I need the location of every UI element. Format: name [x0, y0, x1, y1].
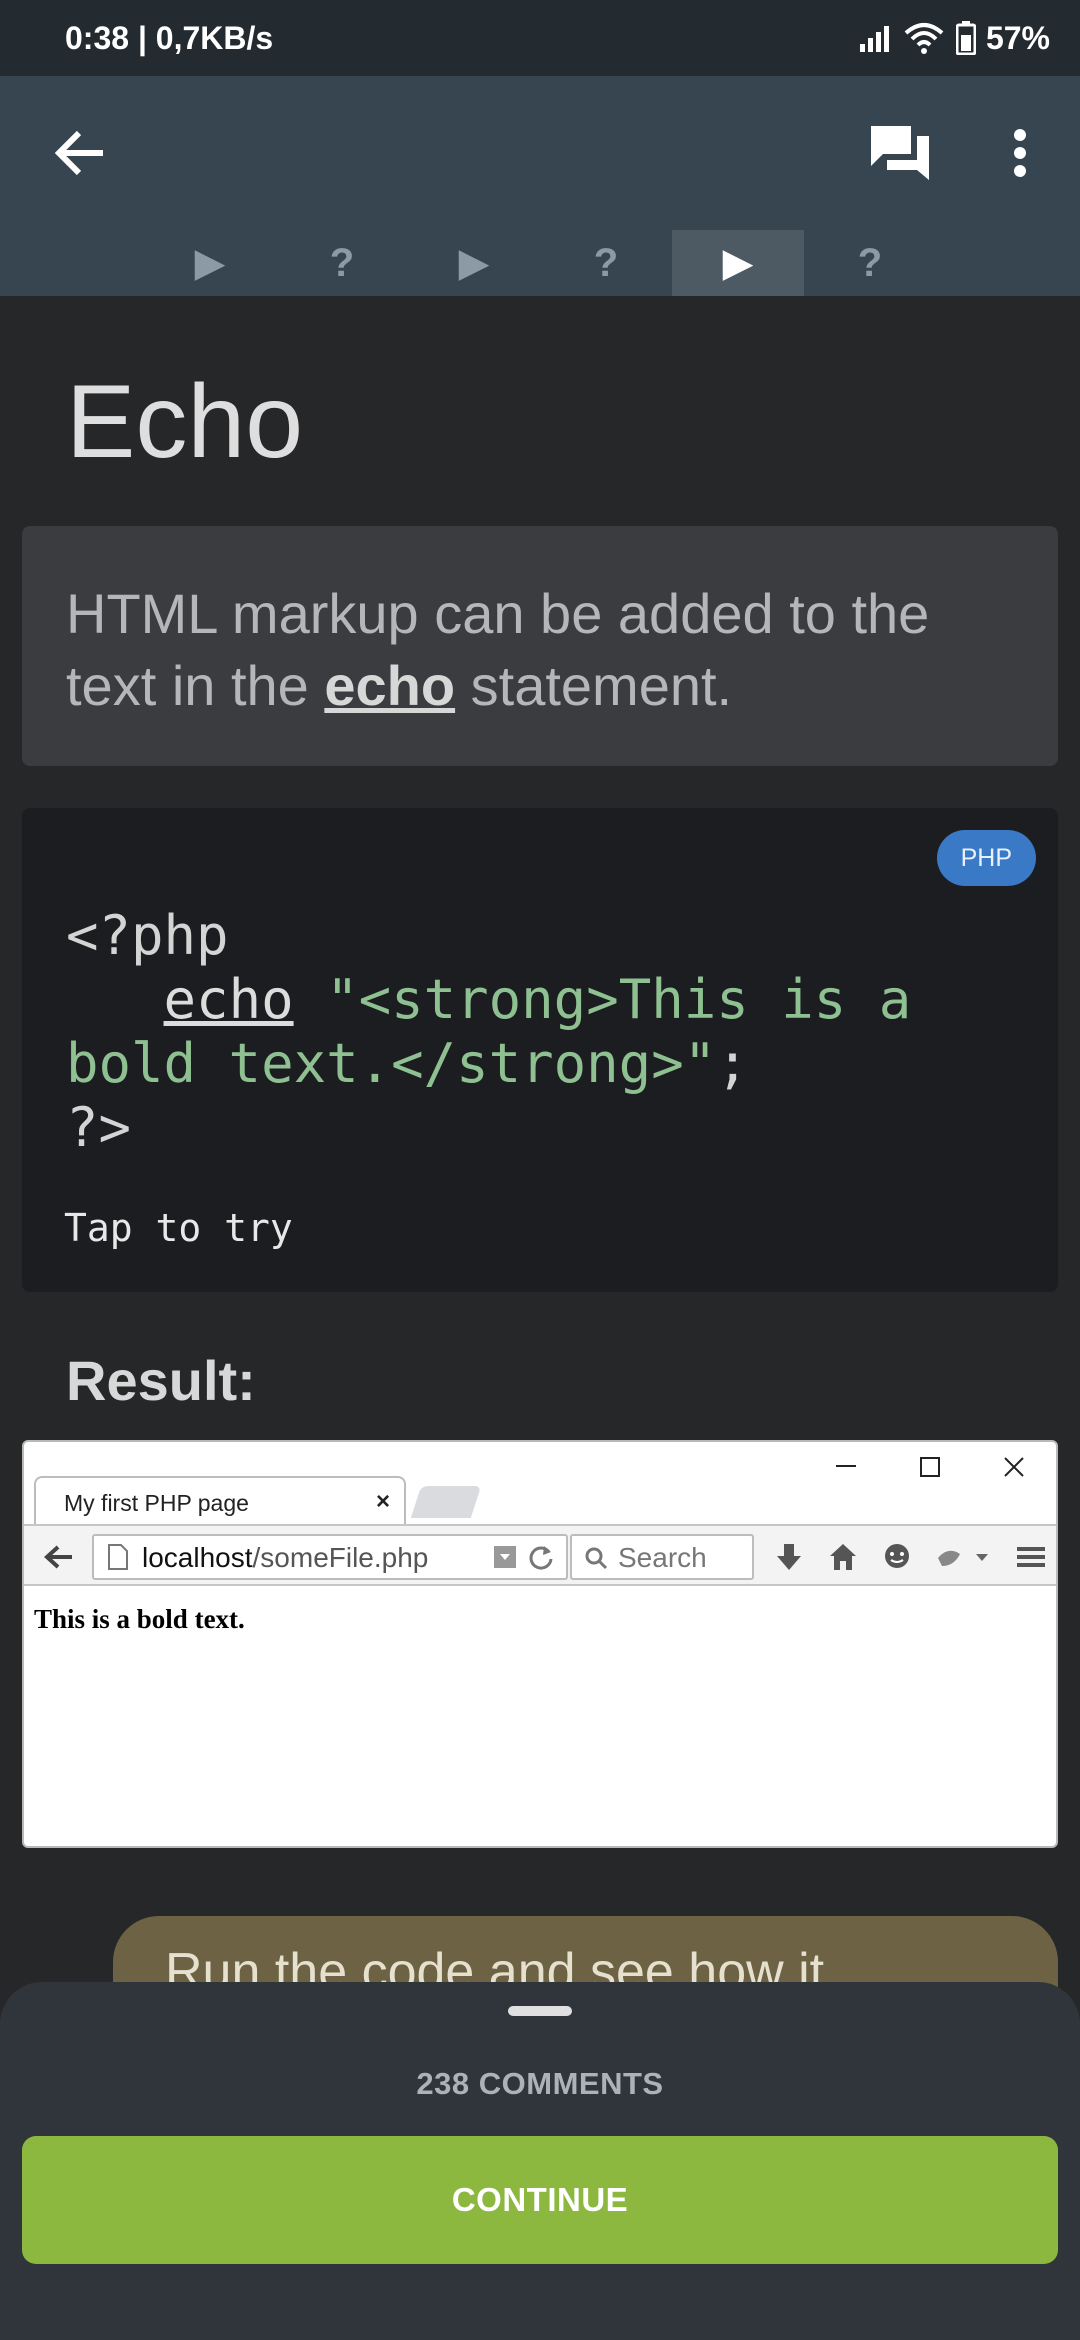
app-bar: [0, 76, 1080, 230]
sheet-drag-handle[interactable]: [508, 2006, 572, 2016]
browser-back-icon: [42, 1540, 76, 1574]
play-icon: ▶: [458, 241, 490, 285]
home-icon: [826, 1540, 860, 1574]
code-semicolon: ;: [716, 1032, 749, 1095]
code-echo-keyword[interactable]: echo: [164, 968, 294, 1031]
comments-button[interactable]: [860, 113, 940, 193]
minimize-icon: [804, 1442, 888, 1492]
step-lesson-3-current[interactable]: ▶: [672, 230, 804, 296]
status-divider: |: [137, 19, 156, 56]
play-icon: ▶: [722, 241, 754, 285]
status-bar: 0:38 | 0,7KB/s 57%: [0, 0, 1080, 76]
new-tab-icon: [410, 1486, 482, 1518]
code-open-tag: <?php: [66, 904, 229, 967]
step-lesson-2[interactable]: ▶: [408, 230, 540, 296]
hamburger-menu-icon: [1014, 1540, 1048, 1574]
browser-search-placeholder: Search: [618, 1542, 707, 1573]
info-text-after: statement.: [455, 654, 733, 717]
overflow-menu-button[interactable]: [980, 113, 1060, 193]
browser-search-box: Search: [570, 1534, 754, 1580]
result-label: Result:: [66, 1349, 256, 1412]
status-left: 0:38 | 0,7KB/s: [65, 20, 273, 57]
lesson-steps: ▶ ? ▶ ? ▶ ?: [0, 230, 1080, 296]
battery-level: 57%: [985, 19, 1050, 56]
extension-icon: [934, 1540, 990, 1574]
arrow-left-icon: [55, 130, 103, 176]
url-host: localhost: [142, 1542, 253, 1573]
chat-icon: [880, 1540, 914, 1574]
code-block[interactable]: PHP <?php echo "<strong>This is a bold t…: [22, 808, 1058, 1292]
more-vert-icon: [1014, 129, 1026, 177]
lesson-title: Echo: [66, 364, 304, 480]
info-keyword-link[interactable]: echo: [324, 654, 455, 717]
result-browser-image: My first PHP page × localhost/someFile.p…: [22, 1440, 1058, 1848]
back-button[interactable]: [40, 113, 120, 193]
dropdown-icon: [494, 1546, 516, 1568]
magnifier-icon: [585, 1547, 608, 1570]
url-path: /someFile.php: [252, 1542, 429, 1573]
chat-bubbles-icon: [871, 126, 929, 180]
step-lesson-1[interactable]: ▶: [144, 230, 276, 296]
code-string-line-2: bold text.</strong>": [66, 1032, 717, 1095]
address-bar: localhost/someFile.php: [92, 1534, 568, 1580]
code-close-tag: ?>: [66, 1096, 132, 1159]
step-quiz-2[interactable]: ?: [540, 230, 672, 296]
code-string-line-1: "<strong>This is a: [326, 968, 912, 1031]
maximize-icon: [888, 1442, 972, 1492]
wifi-icon: [904, 23, 944, 54]
status-net-speed: 0,7KB/s: [155, 19, 274, 56]
tap-to-try-label[interactable]: Tap to try: [64, 1206, 293, 1250]
question-icon: ?: [329, 240, 355, 285]
window-close-icon: [972, 1442, 1056, 1492]
question-icon: ?: [593, 240, 619, 285]
window-controls: [804, 1442, 1056, 1492]
battery-icon: [955, 21, 976, 55]
comments-count-button[interactable]: 238 COMMENTS: [0, 2066, 1080, 2102]
code-content: <?php echo "<strong>This is a bold text.…: [66, 904, 911, 1160]
continue-button[interactable]: CONTINUE: [22, 2136, 1058, 2264]
step-quiz-3[interactable]: ?: [804, 230, 936, 296]
lesson-info-box: HTML markup can be added to the text in …: [22, 526, 1058, 766]
browser-tab: My first PHP page ×: [34, 1476, 406, 1526]
signal-icon: [859, 26, 889, 52]
reload-icon: [529, 1546, 553, 1570]
play-icon: ▶: [194, 241, 226, 285]
status-time: 0:38: [65, 19, 130, 56]
bottom-sheet: 238 COMMENTS CONTINUE: [0, 1982, 1080, 2340]
language-badge: PHP: [936, 830, 1036, 886]
app-bar-actions: [860, 113, 1060, 193]
question-icon: ?: [857, 240, 883, 285]
status-right: 57%: [858, 20, 1050, 57]
step-quiz-1[interactable]: ?: [276, 230, 408, 296]
page-icon: [108, 1544, 128, 1570]
browser-toolbar: localhost/someFile.php Search: [24, 1524, 1056, 1586]
browser-tab-title: My first PHP page: [64, 1490, 249, 1516]
tab-close-icon: ×: [375, 1488, 390, 1515]
rendered-page-text: This is a bold text.: [34, 1604, 245, 1634]
download-icon: [772, 1540, 806, 1574]
